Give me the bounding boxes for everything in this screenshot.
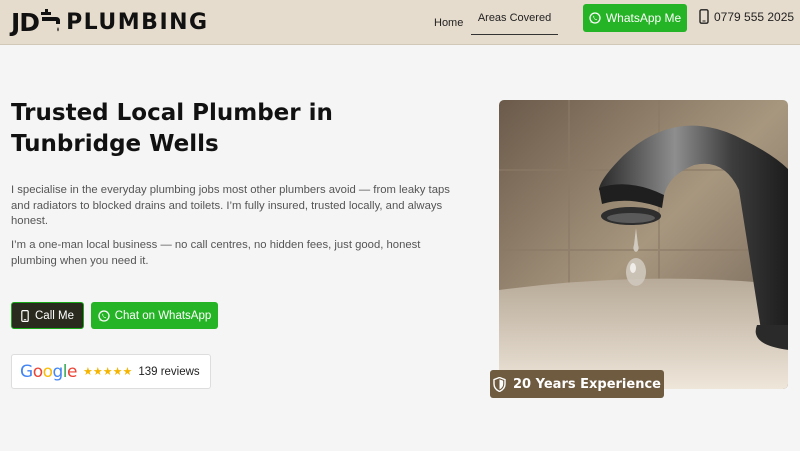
nav-areas-covered[interactable]: Areas Covered [471,1,558,35]
shield-icon [493,376,506,392]
whatsapp-icon [98,309,110,322]
chat-on-whatsapp-label: Chat on WhatsApp [114,309,212,322]
tap-icon [41,9,61,32]
mobile-phone-icon [699,9,709,24]
google-reviews-badge[interactable]: Google ★★★★★ 139 reviews [11,354,211,389]
leaky-tap-photo [499,100,788,389]
whatsapp-icon [589,12,601,24]
site-logo[interactable]: JD PLUMBING [11,5,209,39]
chat-on-whatsapp-button[interactable]: Chat on WhatsApp [91,302,218,329]
mobile-phone-icon [21,309,29,322]
header-phone-number: 0779 555 2025 [714,9,795,24]
logo-initials: JD [11,7,40,37]
whatsapp-me-button[interactable]: WhatsApp Me [583,4,687,32]
whatsapp-me-label: WhatsApp Me [605,11,682,25]
experience-badge: 20 Years Experience [490,370,664,398]
hero-paragraph-2: I’m a one-man local business — no call c… [11,239,421,267]
logo-wordmark: PLUMBING [66,9,209,35]
hero-paragraph-1: I specialise in the everyday plumbing jo… [11,184,450,227]
header-phone-link[interactable]: 0779 555 2025 [699,9,794,24]
star-rating-icon: ★★★★★ [83,366,133,378]
experience-label: 20 Years Experience [513,376,661,392]
hero-title: Trusted Local Plumber in Tunbridge Wells [11,100,333,157]
site-header: JD PLUMBING Home Areas Covered WhatsApp … [0,0,800,45]
call-me-label: Call Me [35,309,74,322]
nav-home[interactable]: Home [434,0,463,45]
google-logo: Google [20,361,77,382]
review-count: 139 reviews [138,365,200,378]
call-me-button[interactable]: Call Me [11,302,84,329]
